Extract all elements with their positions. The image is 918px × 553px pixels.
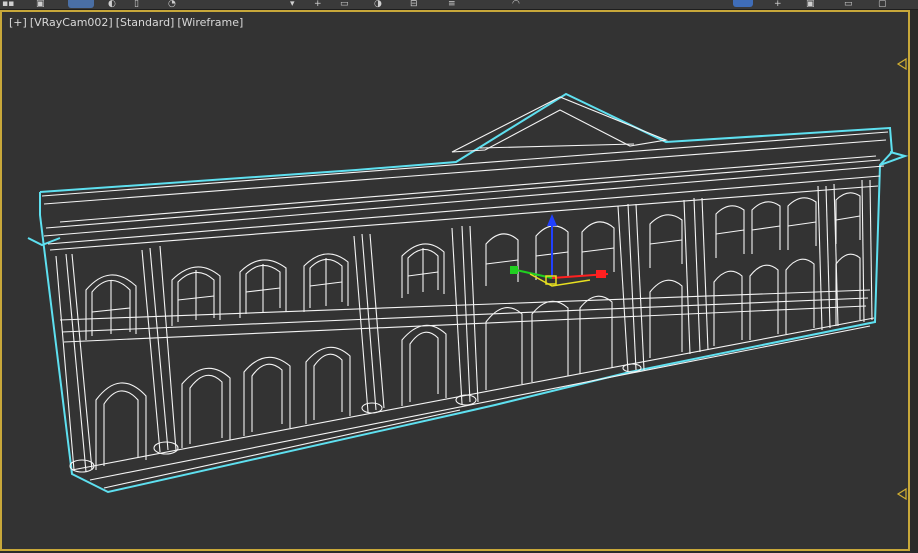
building-wireframe[interactable] — [0, 0, 918, 553]
lower-arches — [95, 253, 861, 470]
viewport-side-strip — [910, 10, 918, 553]
transform-gizmo[interactable] — [510, 214, 609, 287]
selection-outline — [27, 92, 909, 494]
triangle-left-icon[interactable] — [896, 488, 908, 500]
triangle-left-icon[interactable] — [896, 58, 908, 70]
